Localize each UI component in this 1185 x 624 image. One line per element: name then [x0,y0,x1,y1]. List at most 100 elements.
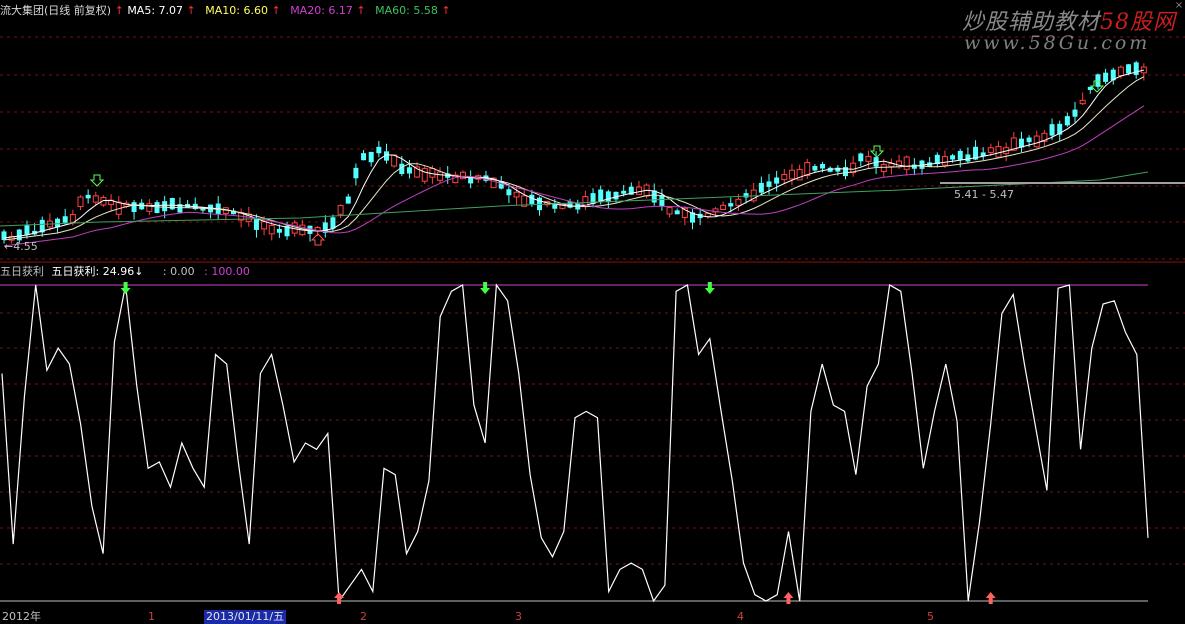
indicator-point [698,354,699,355]
indicator-point [462,284,463,285]
indicator-point [417,531,418,532]
candle-down [605,191,611,203]
candle-down [62,216,68,223]
sell-signal-arrow-icon [89,174,105,187]
low-price-prefix: ← [4,240,14,253]
indicator-point [889,284,890,285]
sell-arrow-icon [704,282,715,294]
indicator-point [597,417,598,418]
indicator-point [754,594,755,595]
candle-down [743,193,749,198]
candle-down [506,189,512,196]
stock-name: 流大集团(日线 前复权) [0,4,112,17]
candle-down [1133,62,1139,75]
candle-down [24,225,30,235]
low-price-label: ←4.55 [4,240,38,254]
indicator-point [867,386,868,387]
indicator-point [788,531,789,532]
indicator-max: : 100.00 [204,265,250,278]
candle-down [674,210,680,215]
indicator-point [653,600,654,601]
price-header: 流大集团(日线 前复权) ↑ MA5: 7.07 ↑ MA10: 6.60 ↑ … [0,4,451,18]
indicator-point [170,487,171,488]
x-label-4: 3 [515,610,522,623]
indicator-point [361,569,362,570]
indicator-point [1058,288,1059,289]
candle-up [92,195,99,203]
indicator-point [181,442,182,443]
indicator-point [642,569,643,570]
stock-chart [0,36,1185,604]
indicator-point [148,468,149,469]
indicator-point [619,569,620,570]
ma20-label: MA20: 6.17 [290,4,353,17]
indicator-point [192,468,193,469]
indicator-point [1024,363,1025,364]
candle-up [1079,99,1086,105]
indicator-point [530,474,531,475]
buy-arrow-icon [334,592,345,604]
candle-down [154,202,160,214]
candle-up [987,147,994,153]
indicator-point [114,341,115,342]
candle-up [513,191,520,198]
candle-down [1126,64,1132,74]
candle-up [804,162,811,176]
candle-up [788,169,795,180]
candle-up [391,154,398,167]
indicator-point [574,417,575,418]
indicator-point [485,442,486,443]
indicator-point [237,458,238,459]
candle-up [720,204,727,211]
indicator-point [91,506,92,507]
indicator-point [810,411,811,412]
indicator-point [664,585,665,586]
candle-down [406,167,412,174]
indicator-point [721,411,722,412]
indicator-point [900,291,901,292]
indicator-point [743,563,744,564]
indicator-point [372,591,373,592]
candle-up [1033,135,1040,148]
candle-down [965,154,971,162]
candle-down [957,150,963,160]
candle-down [820,163,826,169]
candle-down [621,190,627,194]
candle-up [146,203,153,212]
sell-arrow-icon [120,282,131,294]
sell-signal-arrow-icon [869,145,885,158]
indicator-point [934,411,935,412]
x-label-0: 2012年 [2,610,41,623]
indicator-point [13,544,14,545]
indicator-point [136,386,137,387]
sell-arrow-icon [480,282,491,294]
indicator-point [956,420,957,421]
indicator-point [563,531,564,532]
indicator-value: 五日获利: 24.96 [51,265,135,278]
indicator-down-icon: ↓ [134,265,144,278]
indicator-point [428,480,429,481]
candle-down [1049,124,1055,136]
candle-down [361,153,367,161]
candle-down [766,181,772,187]
indicator-point [1114,300,1115,301]
candle-down [1064,116,1070,126]
ma10-label: MA10: 6.60 [205,4,268,17]
indicator-point [799,600,800,601]
ma20-line [3,105,1145,247]
indicator-point [69,363,70,364]
candle-up [781,174,788,181]
indicator-point [294,461,295,462]
indicator-point [406,553,407,554]
indicator-point [912,373,913,374]
candle-down [651,190,657,203]
indicator-header: 五日获利 五日获利: 24.96↓ : 0.00 : 100.00 [0,265,250,279]
ma5-label: MA5: 7.07 [127,4,184,17]
candle-down [598,189,604,202]
candle-up [421,168,428,182]
x-label-5: 4 [737,610,744,623]
candle-down [368,151,374,163]
indicator-point [103,553,104,554]
candle-down [55,218,61,228]
indicator-point [473,405,474,406]
